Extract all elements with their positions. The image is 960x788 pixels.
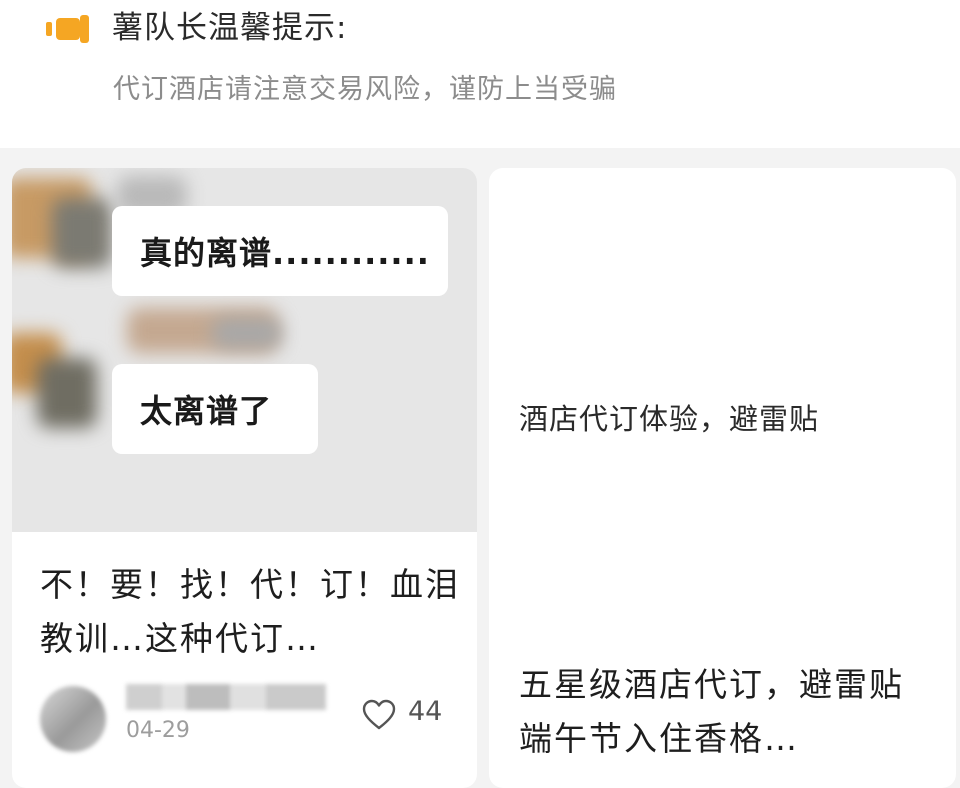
chat-bubble: 太离谱了: [112, 364, 318, 454]
blurred-avatar: [52, 198, 112, 268]
chat-bubble: 真的离谱............: [112, 206, 448, 296]
blurred-name: [212, 318, 282, 348]
heart-outline-icon[interactable]: [362, 699, 396, 731]
post-author: 04-29 44: [40, 674, 460, 754]
post-card[interactable]: 真的离谱............ 太离谱了 不！要！找！代！订！血泪教训…这种代…: [12, 168, 477, 788]
post-title[interactable]: 五星级酒店代订，避雷贴 端午节入住香格…: [519, 658, 939, 766]
post-cover-text[interactable]: 酒店代订体验，避雷贴: [519, 396, 819, 438]
blurred-avatar: [37, 358, 97, 428]
avatar[interactable]: [40, 686, 106, 752]
post-date: 04-29: [126, 718, 190, 743]
notice-title: 薯队长温馨提示:: [112, 10, 348, 46]
safety-notice: 薯队长温馨提示: 代订酒店请注意交易风险，谨防上当受骗: [0, 0, 960, 148]
like-count: 44: [408, 696, 443, 727]
notice-body: 代订酒店请注意交易风险，谨防上当受骗: [113, 74, 617, 105]
post-card[interactable]: 酒店代订体验，避雷贴 五星级酒店代订，避雷贴 端午节入住香格…: [489, 168, 956, 788]
megaphone-icon: [46, 15, 89, 43]
post-title[interactable]: 不！要！找！代！订！血泪教训…这种代订…: [40, 558, 460, 666]
post-cover-image[interactable]: 真的离谱............ 太离谱了: [12, 168, 477, 532]
divider: [0, 148, 960, 158]
author-name-blurred[interactable]: [126, 684, 326, 710]
